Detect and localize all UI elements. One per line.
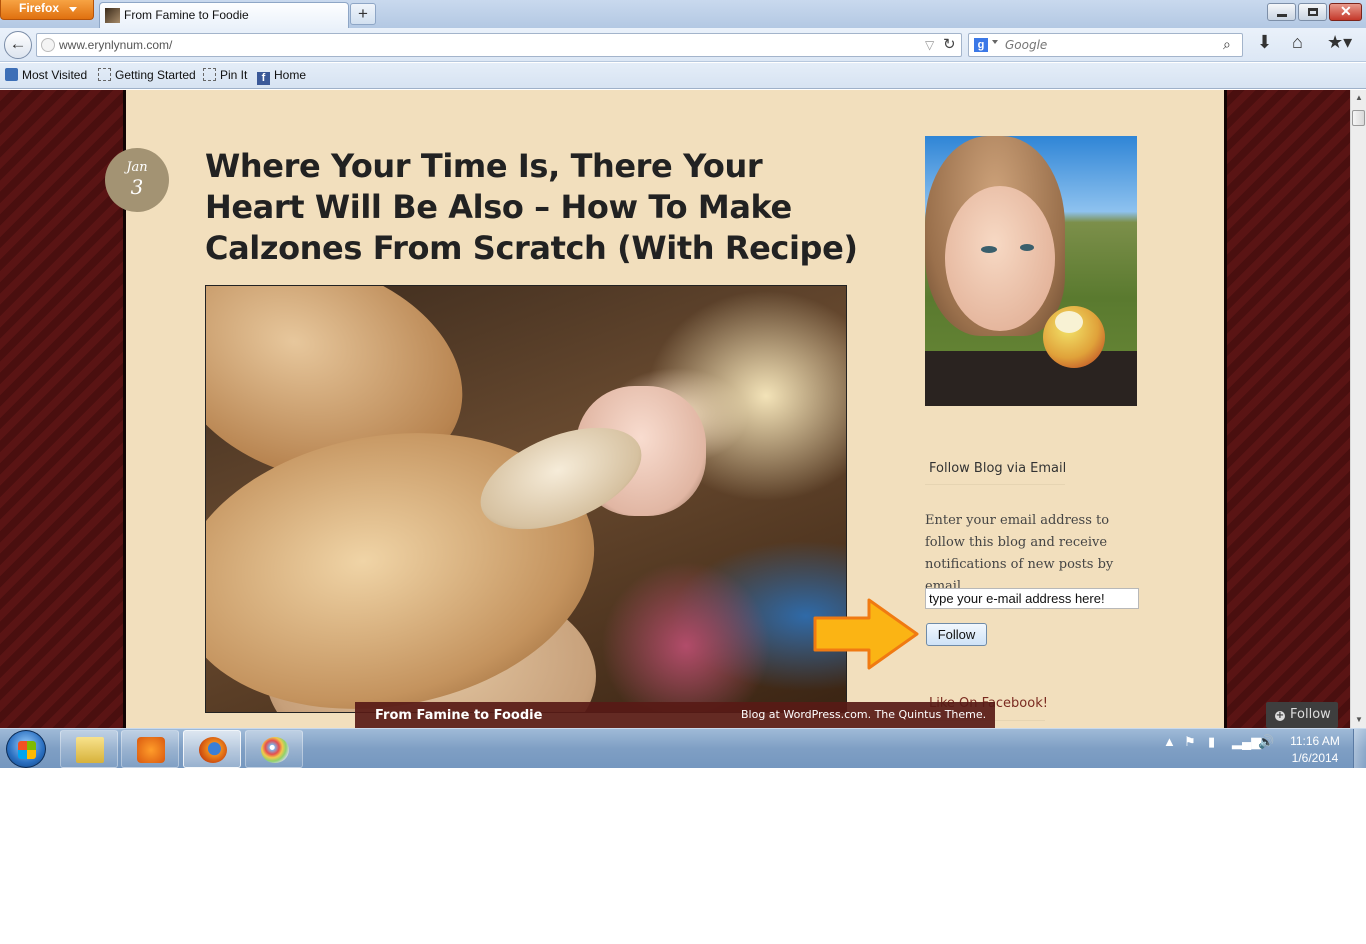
taskbar-windows-explorer[interactable] xyxy=(60,730,118,768)
facebook-icon: f xyxy=(257,72,270,85)
windows-explorer-icon xyxy=(76,737,104,763)
reload-icon[interactable]: ↻ xyxy=(943,35,956,53)
action-center-flag-icon[interactable]: ⚑ xyxy=(1184,734,1196,750)
media-player-icon xyxy=(137,737,165,763)
close-window-button[interactable]: ✕ xyxy=(1329,3,1362,21)
bookmark-label: Most Visited xyxy=(22,68,88,82)
bookmarks-menu-icon[interactable]: ★▾ xyxy=(1327,32,1352,53)
wordpress-follow-button[interactable]: + Follow xyxy=(1266,702,1338,728)
post-date-day: 3 xyxy=(130,175,144,199)
search-input[interactable] xyxy=(1005,38,1185,52)
taskbar-media-player[interactable] xyxy=(121,730,179,768)
dropdown-arrow-icon[interactable]: ▽ xyxy=(925,38,934,52)
bookmarks-toolbar: Most Visited Getting Started Pin It f Hom… xyxy=(0,63,1366,89)
chevron-down-icon xyxy=(69,7,77,12)
clock-date[interactable]: 1/6/2014 xyxy=(1289,751,1341,765)
bookmark-label: Pin It xyxy=(220,68,248,82)
tab-strip: Firefox From Famine to Foodie + ✕ xyxy=(0,0,1366,29)
footer-credit[interactable]: Blog at WordPress.com. The Quintus Theme… xyxy=(741,708,986,721)
scroll-up-icon[interactable]: ▲ xyxy=(1351,90,1366,106)
post-date-badge: Jan 3 xyxy=(105,148,169,212)
bookmark-getting-started[interactable]: Getting Started xyxy=(98,68,196,82)
arrow-pointer-icon xyxy=(813,598,919,670)
firefox-menu-label: Firefox xyxy=(19,1,60,15)
bookmark-pin-it[interactable]: Pin It xyxy=(203,68,247,82)
network-signal-icon[interactable]: ▂▄▆ xyxy=(1232,734,1261,750)
firefox-menu-button[interactable]: Firefox xyxy=(0,0,94,20)
new-tab-button[interactable]: + xyxy=(350,3,376,25)
vertical-scrollbar[interactable]: ▲ ▼ xyxy=(1350,90,1366,728)
taskbar-firefox[interactable] xyxy=(183,730,241,768)
post-featured-image[interactable] xyxy=(205,285,847,713)
footer-site-name[interactable]: From Famine to Foodie xyxy=(375,708,542,723)
globe-icon xyxy=(41,38,55,52)
minimize-icon xyxy=(1277,14,1287,17)
download-icon[interactable]: ⬇ xyxy=(1257,32,1272,53)
navigation-toolbar: ← www.erynlynum.com/ ▽ ↻ g ⌕ ⬇ ⌂ ★▾ xyxy=(0,28,1366,62)
follow-widget-title: Follow Blog via Email xyxy=(929,461,1067,476)
post-date-month: Jan xyxy=(126,160,148,175)
most-visited-icon xyxy=(5,68,18,81)
show-hidden-icons-icon[interactable]: ▲ xyxy=(1163,734,1176,749)
bookmark-label: Getting Started xyxy=(115,68,196,82)
google-icon[interactable]: g xyxy=(974,38,988,52)
search-engine-dropdown-icon[interactable] xyxy=(992,40,998,44)
wordpress-follow-label: Follow xyxy=(1290,707,1331,722)
maximize-button[interactable] xyxy=(1298,3,1327,21)
volume-icon[interactable]: 🔊 xyxy=(1258,734,1274,750)
clock-time[interactable]: 11:16 AM xyxy=(1290,734,1340,748)
divider xyxy=(925,484,1065,485)
scroll-down-icon[interactable]: ▼ xyxy=(1351,712,1366,728)
home-icon[interactable]: ⌂ xyxy=(1292,32,1303,53)
follow-button[interactable]: Follow xyxy=(926,623,987,646)
close-icon: ✕ xyxy=(1340,3,1352,19)
bookmark-home[interactable]: f Home xyxy=(257,68,306,85)
battery-icon[interactable]: ▮ xyxy=(1208,734,1215,750)
search-icon[interactable]: ⌕ xyxy=(1223,36,1231,53)
follow-widget-description: Enter your email address to follow this … xyxy=(925,513,1114,594)
start-button[interactable] xyxy=(6,730,46,768)
firefox-icon xyxy=(199,737,227,763)
site-favicon-icon xyxy=(105,8,120,23)
url-text[interactable]: www.erynlynum.com/ xyxy=(59,38,172,52)
windows-logo-icon xyxy=(18,741,36,759)
plus-icon: + xyxy=(1275,710,1285,721)
paint-icon xyxy=(261,737,289,763)
email-field[interactable] xyxy=(925,588,1139,609)
minimize-button[interactable] xyxy=(1267,3,1296,21)
windows-taskbar: ▲ ⚑ ▮ ▂▄▆ 🔊 11:16 AM 1/6/2014 xyxy=(0,728,1366,768)
address-bar[interactable]: www.erynlynum.com/ ▽ ↻ xyxy=(36,33,962,57)
back-button[interactable]: ← xyxy=(4,31,32,59)
bookmark-label: Home xyxy=(274,68,307,82)
maximize-icon xyxy=(1308,8,1318,16)
author-profile-photo[interactable] xyxy=(925,136,1137,406)
page-icon xyxy=(203,68,216,81)
scroll-thumb[interactable] xyxy=(1352,110,1365,126)
page-viewport: Jan 3 Where Your Time Is, There Your Hea… xyxy=(0,90,1350,728)
bookmark-most-visited[interactable]: Most Visited xyxy=(5,68,87,82)
back-arrow-icon: ← xyxy=(9,34,27,53)
search-bar[interactable]: g ⌕ xyxy=(968,33,1243,57)
firefox-window: Firefox From Famine to Foodie + ✕ ← www.… xyxy=(0,0,1366,768)
post-title[interactable]: Where Your Time Is, There Your Heart Wil… xyxy=(205,146,865,269)
taskbar-paint[interactable] xyxy=(245,730,303,768)
tab-title: From Famine to Foodie xyxy=(124,8,249,22)
page-icon xyxy=(98,68,111,81)
site-footer-bar: From Famine to Foodie Blog at WordPress.… xyxy=(355,702,995,728)
show-desktop-button[interactable] xyxy=(1353,729,1366,768)
tab-from-famine-to-foodie[interactable]: From Famine to Foodie xyxy=(99,2,349,29)
